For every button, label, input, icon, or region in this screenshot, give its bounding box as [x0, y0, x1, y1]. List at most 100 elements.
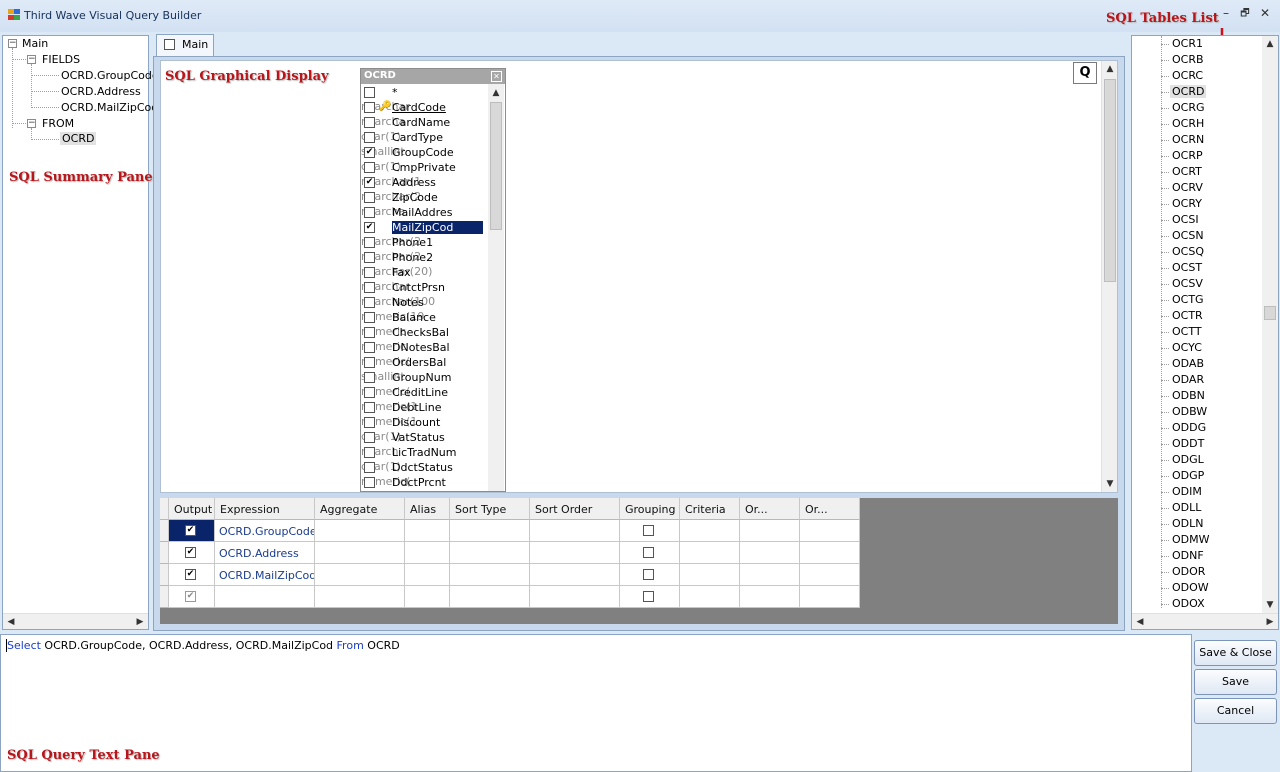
column-list[interactable]: * 🔑 CardCode nvarchar CardName nvarcha CardTyp… — [361, 85, 489, 491]
column-checkbox[interactable] — [364, 207, 375, 218]
table-list-item[interactable]: ODLN — [1172, 517, 1204, 530]
table-list-item[interactable]: ODIM — [1172, 485, 1202, 498]
tree-node-from[interactable]: FROM — [42, 117, 74, 130]
grid-grouping-cell[interactable] — [620, 586, 680, 608]
column-row[interactable]: ✔ GroupCode smallint — [361, 145, 487, 160]
grid-cell[interactable] — [450, 520, 530, 542]
table-window-ocrd[interactable]: OCRD ✕ * 🔑 CardCode nvarchar CardName nvarcha… — [360, 68, 506, 492]
grouping-checkbox[interactable] — [643, 591, 654, 602]
column-row[interactable]: CmpPrivate char(1) — [361, 160, 487, 175]
grid-cell[interactable] — [450, 542, 530, 564]
table-list-item[interactable]: ODGP — [1172, 469, 1204, 482]
grid-grouping-cell[interactable] — [620, 520, 680, 542]
grid-column-header[interactable]: Aggregate — [315, 498, 405, 520]
table-list-item[interactable]: ODBN — [1172, 389, 1205, 402]
tree-node-field[interactable]: OCRD.Address — [61, 85, 141, 98]
column-checkbox[interactable] — [364, 357, 375, 368]
grid-cell[interactable] — [530, 542, 620, 564]
grid-cell[interactable] — [405, 586, 450, 608]
grid-cell[interactable] — [800, 586, 860, 608]
close-button[interactable]: ✕ — [1257, 6, 1273, 20]
grouping-checkbox[interactable] — [643, 547, 654, 558]
grid-expression-cell[interactable]: OCRD.MailZipCod — [215, 564, 315, 586]
column-checkbox[interactable] — [364, 417, 375, 428]
grid-row-selector[interactable] — [160, 586, 169, 608]
output-checkbox[interactable]: ✔ — [185, 547, 196, 558]
table-list-item[interactable]: OCYC — [1172, 341, 1202, 354]
table-list-item[interactable]: OCSN — [1172, 229, 1204, 242]
column-checkbox[interactable] — [364, 102, 375, 113]
collapse-main-icon[interactable]: − — [8, 39, 17, 48]
tree-node-field[interactable]: OCRD.MailZipCod — [61, 101, 158, 114]
column-row[interactable]: Phone1 nvarchar(2 — [361, 235, 487, 250]
column-row[interactable]: Fax nvarchar(20) — [361, 265, 487, 280]
grid-cell[interactable] — [680, 564, 740, 586]
save-button[interactable]: Save — [1194, 669, 1277, 695]
column-row[interactable]: OrdersBal numeric( — [361, 355, 487, 370]
column-checkbox[interactable] — [364, 237, 375, 248]
graphic-vscrollbar[interactable]: ▲ ▼ — [1101, 61, 1117, 492]
column-row[interactable]: Discount numeric(1 — [361, 415, 487, 430]
query-grid[interactable]: Output Expression Aggregate Alias Sort Type S… — [160, 498, 1118, 624]
grid-column-header[interactable]: Sort Type — [450, 498, 530, 520]
column-checkbox[interactable] — [364, 372, 375, 383]
scroll-up-icon[interactable]: ▲ — [489, 86, 503, 100]
grid-column-header[interactable]: Or... — [800, 498, 860, 520]
grid-row-selector[interactable] — [160, 520, 169, 542]
grid-row-selector[interactable] — [160, 564, 169, 586]
grid-row-selector[interactable] — [160, 542, 169, 564]
table-list-item[interactable]: OCRC — [1172, 69, 1203, 82]
column-row[interactable]: Phone2 nvarchar(2 — [361, 250, 487, 265]
table-list-item[interactable]: ODOX — [1172, 597, 1205, 610]
graphical-display-pane[interactable]: SQL Graphical Display ▲ ▼ — [160, 60, 1118, 493]
column-checkbox[interactable] — [364, 132, 375, 143]
table-list-item[interactable]: OCSQ — [1172, 245, 1204, 258]
table-list-item[interactable]: OCRP — [1172, 149, 1203, 162]
grid-cell[interactable] — [740, 520, 800, 542]
grid-column-header[interactable]: Grouping — [620, 498, 680, 520]
scroll-right-icon[interactable]: ▶ — [1263, 615, 1277, 629]
collapse-from-icon[interactable]: − — [27, 119, 36, 128]
table-vscrollbar[interactable]: ▲ — [488, 84, 504, 491]
query-toolbar-button[interactable]: Q — [1073, 62, 1097, 84]
column-checkbox[interactable] — [364, 162, 375, 173]
column-row[interactable]: ✔ Address nvarchar(1 — [361, 175, 487, 190]
grid-column-header[interactable]: Output — [169, 498, 215, 520]
grid-cell[interactable] — [530, 520, 620, 542]
table-list-item[interactable]: ODDG — [1172, 421, 1206, 434]
table-window-header[interactable]: OCRD ✕ — [361, 69, 505, 84]
grid-cell[interactable] — [800, 520, 860, 542]
scroll-thumb[interactable] — [1264, 306, 1276, 320]
column-row[interactable]: MailAddres nvarcha — [361, 205, 487, 220]
grid-expression-cell[interactable] — [215, 586, 315, 608]
grid-cell[interactable] — [315, 542, 405, 564]
table-list-item[interactable]: ODOW — [1172, 581, 1209, 594]
column-row[interactable]: DNotesBal numeric — [361, 340, 487, 355]
output-checkbox[interactable]: ✔ — [185, 591, 196, 602]
column-row[interactable]: ✔ MailZipCod nvarcha — [361, 220, 487, 235]
grid-cell[interactable] — [680, 520, 740, 542]
summary-hscrollbar[interactable]: ◀ ▶ — [3, 613, 148, 629]
table-list-item[interactable]: ODOR — [1172, 565, 1205, 578]
column-row[interactable]: VatStatus char(1) — [361, 430, 487, 445]
grid-cell[interactable] — [740, 542, 800, 564]
column-checkbox[interactable] — [364, 87, 375, 98]
column-row[interactable]: 🔑 CardCode nvarchar — [361, 100, 487, 115]
column-checkbox[interactable] — [364, 387, 375, 398]
tables-list-pane[interactable]: OCR1 OCRB OCRC OCRD OCRG OCRH OCRN OCRP OCRT OCRV… — [1131, 35, 1279, 630]
tree-node-main[interactable]: Main — [22, 37, 48, 50]
scroll-down-icon[interactable]: ▼ — [1103, 477, 1117, 491]
scroll-down-icon[interactable]: ▼ — [1263, 598, 1277, 612]
grid-grouping-cell[interactable] — [620, 564, 680, 586]
column-row[interactable]: DebtLine numeric(1 — [361, 400, 487, 415]
grid-cell[interactable] — [405, 564, 450, 586]
column-checkbox[interactable] — [364, 402, 375, 413]
table-list-item[interactable]: OCR1 — [1172, 37, 1203, 50]
scroll-right-icon[interactable]: ▶ — [133, 615, 147, 629]
column-checkbox[interactable] — [364, 312, 375, 323]
table-list-item[interactable]: OCTT — [1172, 325, 1202, 338]
grid-cell[interactable] — [530, 564, 620, 586]
tree-node-fields[interactable]: FIELDS — [42, 53, 80, 66]
table-list-item[interactable]: OCTG — [1172, 293, 1204, 306]
column-checkbox[interactable] — [364, 462, 375, 473]
